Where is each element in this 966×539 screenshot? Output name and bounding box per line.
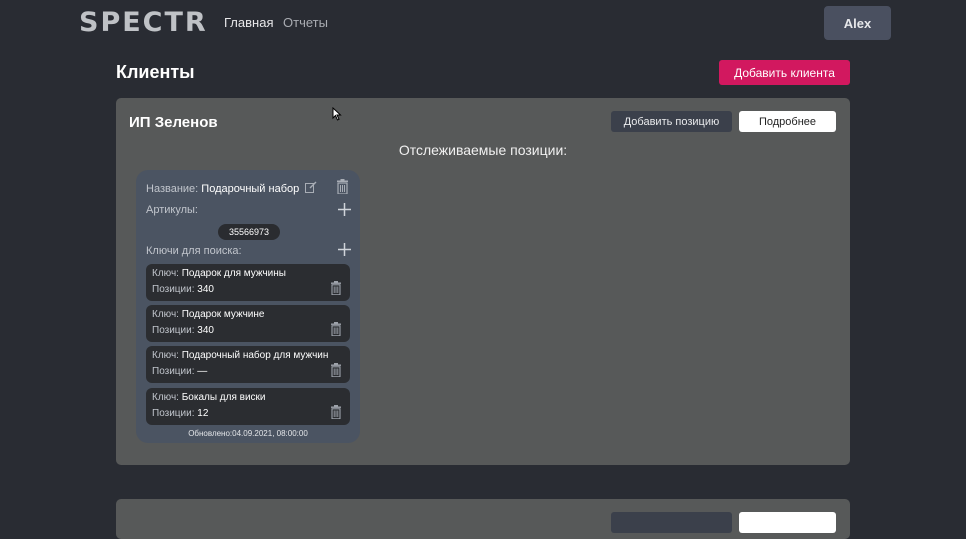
articles-label: Артикулы: [146,204,198,216]
client-name: ИП Зеленов [129,114,218,131]
positions-value: — [197,366,208,377]
add-client-button[interactable]: Добавить клиента [719,60,850,85]
edit-icon[interactable] [305,181,317,193]
key-value: Подарок мужчине [181,309,265,320]
logo[interactable]: SPECTR [79,7,208,38]
add-position-button-partial[interactable] [611,512,732,533]
key-label: Ключ: [152,309,179,320]
client-card-partial [116,499,850,539]
nav-link-home[interactable]: Главная [224,15,273,30]
position-name-row: Название: Подарочный набор [146,183,299,195]
trash-icon[interactable] [330,363,342,377]
position-name: Подарочный набор [201,183,300,195]
details-button[interactable]: Подробнее [739,111,836,132]
position-card: Название: Подарочный набор Артикулы: 355… [136,170,360,443]
key-item: Ключ: Подарок мужчине Позиции: 340 [146,305,350,342]
user-menu-button[interactable]: Alex [824,6,891,40]
page-title: Клиенты [116,62,195,82]
add-key-plus-icon[interactable] [338,243,351,256]
trash-icon[interactable] [330,281,342,295]
client-card: ИП Зеленов Добавить позицию Подробнее От… [116,98,850,465]
article-chip[interactable]: 35566973 [218,224,280,240]
key-label: Ключ: [152,350,179,361]
positions-value: 12 [197,408,209,419]
trash-icon[interactable] [336,179,349,194]
positions-label: Позиции: [152,284,195,295]
add-article-plus-icon[interactable] [338,203,351,216]
key-item: Ключ: Подарок для мужчины Позиции: 340 [146,264,350,301]
trash-icon[interactable] [330,322,342,336]
positions-label: Позиции: [152,325,195,336]
search-keys-label: Ключи для поиска: [146,245,242,257]
positions-value: 340 [197,325,214,336]
key-value: Бокалы для виски [181,392,266,403]
key-item: Ключ: Бокалы для виски Позиции: 12 [146,388,350,425]
trash-icon[interactable] [330,405,342,419]
positions-label: Позиции: [152,408,195,419]
key-label: Ключ: [152,392,179,403]
position-name-label: Название: [146,183,199,195]
key-value: Подарок для мужчины [181,268,286,279]
updated-timestamp: Обновлено:04.09.2021, 08:00:00 [188,429,308,438]
key-item: Ключ: Подарочный набор для мужчин Позици… [146,346,350,383]
positions-value: 340 [197,284,214,295]
nav-link-reports[interactable]: Отчеты [283,15,328,30]
details-button-partial[interactable] [739,512,836,533]
key-value: Подарочный набор для мужчин [181,350,329,361]
tracked-positions-title: Отслеживаемые позиции: [398,142,568,158]
top-nav: SPECTR Главная Отчеты Alex [0,0,966,44]
add-position-button[interactable]: Добавить позицию [611,111,732,132]
key-label: Ключ: [152,268,179,279]
cursor-icon [332,107,342,121]
positions-label: Позиции: [152,366,195,377]
